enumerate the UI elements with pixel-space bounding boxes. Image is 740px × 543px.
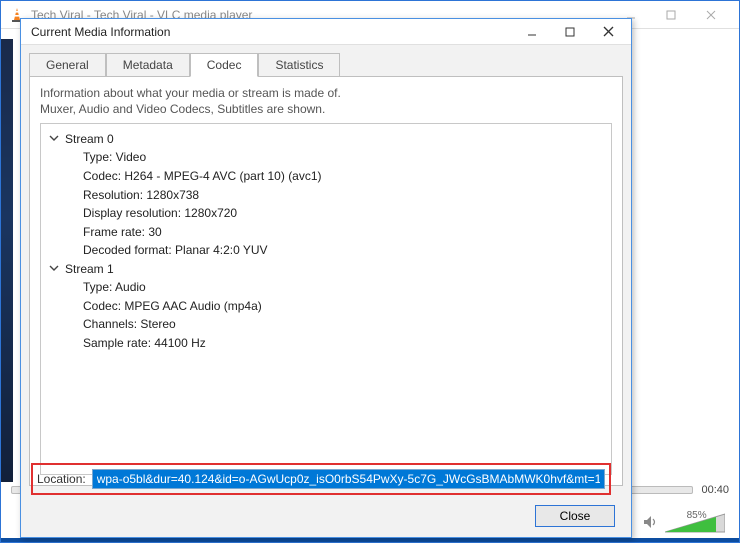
stream-property: Decoded format: Planar 4:2:0 YUV: [83, 241, 603, 260]
taskbar-hint: [1, 538, 739, 542]
stream-node[interactable]: Stream 0: [49, 132, 603, 146]
stream-property: Channels: Stereo: [83, 315, 603, 334]
tab-codec[interactable]: Codec: [190, 53, 259, 77]
location-input[interactable]: [92, 469, 605, 489]
location-row: Location:: [31, 463, 611, 495]
main-maximize-button[interactable]: [651, 5, 691, 25]
volume-icon[interactable]: [643, 515, 657, 532]
stream-property: Type: Video: [83, 148, 603, 167]
dialog-close-button[interactable]: [589, 21, 627, 43]
info-line-2: Muxer, Audio and Video Codecs, Subtitles…: [40, 101, 612, 117]
chevron-down-icon[interactable]: [49, 262, 61, 276]
dialog-titlebar: Current Media Information: [21, 19, 631, 45]
stream-property: Frame rate: 30: [83, 223, 603, 242]
location-label: Location:: [37, 472, 86, 486]
info-line-1: Information about what your media or str…: [40, 85, 612, 101]
chevron-down-icon[interactable]: [49, 132, 61, 146]
tab-general[interactable]: General: [29, 53, 106, 77]
volume-slider[interactable]: 85%: [665, 512, 725, 534]
dialog-title: Current Media Information: [31, 25, 513, 39]
stream-list[interactable]: Stream 0 Type: Video Codec: H264 - MPEG-…: [40, 123, 612, 475]
stream-node[interactable]: Stream 1: [49, 262, 603, 276]
tab-metadata[interactable]: Metadata: [106, 53, 190, 77]
tab-statistics[interactable]: Statistics: [258, 53, 340, 77]
tab-content: Information about what your media or str…: [29, 76, 623, 486]
playback-time: 00:40: [701, 484, 729, 496]
video-preview-strip: [1, 39, 13, 482]
volume-percent-label: 85%: [687, 510, 707, 521]
main-close-button[interactable]: [691, 5, 731, 25]
media-info-dialog: Current Media Information General Metada…: [20, 18, 632, 538]
stream-property: Codec: MPEG AAC Audio (mp4a): [83, 297, 603, 316]
dialog-footer: Close: [535, 505, 615, 527]
codec-info-text: Information about what your media or str…: [40, 85, 612, 117]
stream-property: Display resolution: 1280x720: [83, 204, 603, 223]
dialog-tabs: General Metadata Codec Statistics: [21, 45, 631, 77]
stream-header: Stream 0: [65, 132, 114, 146]
stream-property: Codec: H264 - MPEG-4 AVC (part 10) (avc1…: [83, 167, 603, 186]
volume-area: 85%: [643, 512, 725, 534]
stream-header: Stream 1: [65, 262, 114, 276]
stream-property: Sample rate: 44100 Hz: [83, 334, 603, 353]
close-button[interactable]: Close: [535, 505, 615, 527]
dialog-maximize-button[interactable]: [551, 21, 589, 43]
dialog-minimize-button[interactable]: [513, 21, 551, 43]
stream-property: Resolution: 1280x738: [83, 186, 603, 205]
stream-property: Type: Audio: [83, 278, 603, 297]
